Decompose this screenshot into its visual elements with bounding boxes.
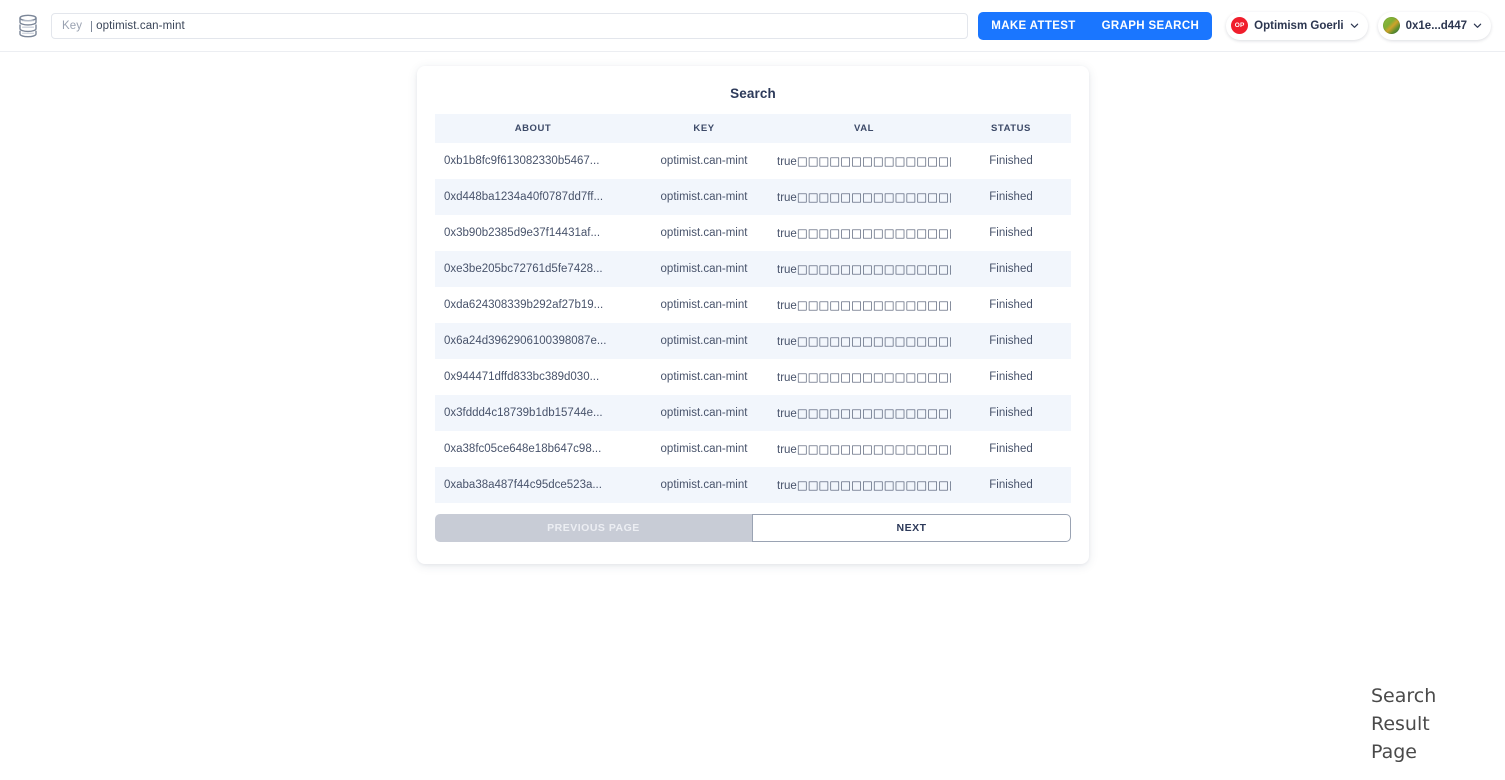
table-row[interactable]: 0xaba38a487f44c95dce523a... optimist.can-… bbox=[435, 467, 1071, 503]
status-badge: Finished bbox=[989, 443, 1033, 455]
cell-val-unrenderable-chars: □□□□□□□□□□□□□□□□□□ bbox=[796, 298, 951, 312]
cell-val-unrenderable-chars: □□□□□□□□□□□□□□□□□□ bbox=[796, 262, 951, 276]
cell-val: true□□□□□□□□□□□□□□□□□□... bbox=[777, 323, 951, 359]
cell-key: optimist.can-mint bbox=[631, 251, 777, 287]
cell-val-unrenderable-chars: □□□□□□□□□□□□□□□□□□ bbox=[796, 226, 951, 240]
cell-key: optimist.can-mint bbox=[660, 443, 748, 455]
cell-val-unrenderable-chars: □□□□□□□□□□□□□□□□□□ bbox=[796, 190, 951, 204]
status-badge: Finished bbox=[951, 179, 1071, 215]
annotation-line-3: Page bbox=[1371, 741, 1417, 763]
make-attest-button[interactable]: MAKE ATTEST bbox=[978, 12, 1088, 40]
avatar bbox=[1382, 17, 1400, 34]
cell-val: true□□□□□□□□□□□□□□□□□□... bbox=[777, 287, 951, 323]
cell-key: optimist.can-mint bbox=[631, 395, 777, 431]
table-row[interactable]: 0x3fddd4c18739b1db15744e... optimist.can-… bbox=[435, 395, 1071, 431]
cell-about: 0x3fddd4c18739b1db15744e... bbox=[435, 395, 631, 431]
cell-about: 0x944471dffd833bc389d030... bbox=[444, 371, 600, 383]
status-badge: Finished bbox=[951, 467, 1071, 503]
results-table: ABOUT KEY VAL STATUS 0xb1b8fc9f613082330… bbox=[435, 114, 1071, 503]
cell-about: 0xb1b8fc9f613082330b5467... bbox=[444, 155, 600, 167]
cell-about: 0xda624308339b292af27b19... bbox=[444, 299, 604, 311]
search-input-label: Key bbox=[62, 19, 83, 32]
cell-key: optimist.can-mint bbox=[631, 179, 777, 215]
pagination: PREVIOUS PAGE NEXT bbox=[435, 514, 1071, 542]
status-badge: Finished bbox=[989, 227, 1033, 239]
cell-val: true□□□□□□□□□□□□□□□□□□... bbox=[777, 467, 951, 503]
cell-val: true□□□□□□□□□□□□□□□□□□... bbox=[777, 179, 951, 215]
network-label: Optimism Goerli bbox=[1254, 19, 1344, 32]
cell-val-unrenderable-chars: □□□□□□□□□□□□□□□□□□ bbox=[796, 442, 951, 456]
cell-about: 0x3b90b2385d9e37f14431af... bbox=[444, 227, 601, 239]
cell-val-unrenderable-chars: □□□□□□□□□□□□□□□□□□ bbox=[796, 406, 951, 420]
search-input-value: optimist.can-mint bbox=[91, 19, 185, 32]
account-address-label: 0x1e...d447 bbox=[1405, 19, 1467, 32]
cell-val: true□□□□□□□□□□□□□□□□□□... bbox=[777, 143, 951, 179]
cell-val: true□□□□□□□□□□□□□□□□□□... bbox=[777, 215, 951, 251]
status-badge: Finished bbox=[951, 323, 1071, 359]
chevron-down-icon bbox=[1473, 23, 1482, 28]
search-input[interactable]: Key optimist.can-mint bbox=[51, 12, 969, 39]
database-icon[interactable] bbox=[15, 11, 41, 41]
action-button-group: MAKE ATTEST GRAPH SEARCH bbox=[978, 11, 1213, 40]
top-bar: Key optimist.can-mint MAKE ATTEST GRAPH … bbox=[0, 0, 1505, 52]
cell-val: true□□□□□□□□□□□□□□□□□□... bbox=[777, 251, 951, 287]
cell-key: optimist.can-mint bbox=[660, 299, 748, 311]
cell-key: optimist.can-mint bbox=[660, 371, 748, 383]
previous-page-button[interactable]: PREVIOUS PAGE bbox=[435, 514, 752, 542]
search-results-card: Search ABOUT KEY VAL STATUS 0xb1b8fc9f61… bbox=[417, 66, 1089, 564]
column-header-about: ABOUT bbox=[435, 114, 631, 143]
annotation-label: Search Result Page bbox=[1371, 682, 1503, 766]
cell-key: optimist.can-mint bbox=[660, 227, 748, 239]
cell-about: 0xaba38a487f44c95dce523a... bbox=[435, 467, 631, 503]
cell-val-unrenderable-chars: □□□□□□□□□□□□□□□□□□ bbox=[796, 334, 951, 348]
table-row[interactable]: 0xb1b8fc9f613082330b5467... optimist.can-… bbox=[435, 143, 1071, 179]
chevron-down-icon bbox=[1350, 23, 1358, 28]
cell-val: true□□□□□□□□□□□□□□□□□□... bbox=[777, 395, 951, 431]
next-page-button[interactable]: NEXT bbox=[752, 514, 1071, 542]
status-badge: Finished bbox=[989, 299, 1033, 311]
column-header-status: STATUS bbox=[951, 114, 1071, 143]
table-row[interactable]: 0xa38fc05ce648e18b647c98... optimist.can-… bbox=[435, 431, 1071, 467]
cell-key: optimist.can-mint bbox=[631, 467, 777, 503]
status-badge: Finished bbox=[989, 371, 1033, 383]
cell-about: 0x6a24d3962906100398087e... bbox=[435, 323, 631, 359]
status-badge: Finished bbox=[951, 251, 1071, 287]
table-header-row: ABOUT KEY VAL STATUS bbox=[435, 114, 1071, 143]
network-selector[interactable]: OP Optimism Goerli bbox=[1226, 11, 1368, 40]
column-header-val: VAL bbox=[777, 114, 951, 143]
graph-search-button[interactable]: GRAPH SEARCH bbox=[1089, 12, 1213, 40]
annotation-line-2: Result bbox=[1371, 713, 1430, 735]
annotation-line-1: Search bbox=[1371, 685, 1437, 707]
cell-val-unrenderable-chars: □□□□□□□□□□□□□□□□□□ bbox=[796, 478, 951, 492]
table-row[interactable]: 0xda624308339b292af27b19... optimist.can-… bbox=[435, 287, 1071, 323]
table-row[interactable]: 0x6a24d3962906100398087e... optimist.can-… bbox=[435, 323, 1071, 359]
cell-about: 0xa38fc05ce648e18b647c98... bbox=[444, 443, 602, 455]
cell-about: 0xd448ba1234a40f0787dd7ff... bbox=[435, 179, 631, 215]
page-title: Search bbox=[730, 86, 776, 101]
cell-val: true□□□□□□□□□□□□□□□□□□... bbox=[777, 359, 951, 395]
column-header-key: KEY bbox=[631, 114, 777, 143]
cell-val: true□□□□□□□□□□□□□□□□□□... bbox=[777, 431, 951, 467]
status-badge: Finished bbox=[951, 395, 1071, 431]
table-row[interactable]: 0x3b90b2385d9e37f14431af... optimist.can-… bbox=[435, 215, 1071, 251]
cell-about: 0xe3be205bc72761d5fe7428... bbox=[435, 251, 631, 287]
cell-val-unrenderable-chars: □□□□□□□□□□□□□□□□□□ bbox=[796, 370, 951, 384]
table-row[interactable]: 0xe3be205bc72761d5fe7428... optimist.can-… bbox=[435, 251, 1071, 287]
cell-val-unrenderable-chars: □□□□□□□□□□□□□□□□□□ bbox=[796, 154, 951, 168]
account-selector[interactable]: 0x1e...d447 bbox=[1377, 11, 1491, 40]
cell-key: optimist.can-mint bbox=[660, 155, 748, 167]
optimism-logo-icon: OP bbox=[1231, 17, 1249, 34]
cell-key: optimist.can-mint bbox=[631, 323, 777, 359]
status-badge: Finished bbox=[989, 155, 1033, 167]
table-row[interactable]: 0xd448ba1234a40f0787dd7ff... optimist.can… bbox=[435, 179, 1071, 215]
table-row[interactable]: 0x944471dffd833bc389d030... optimist.can-… bbox=[435, 359, 1071, 395]
